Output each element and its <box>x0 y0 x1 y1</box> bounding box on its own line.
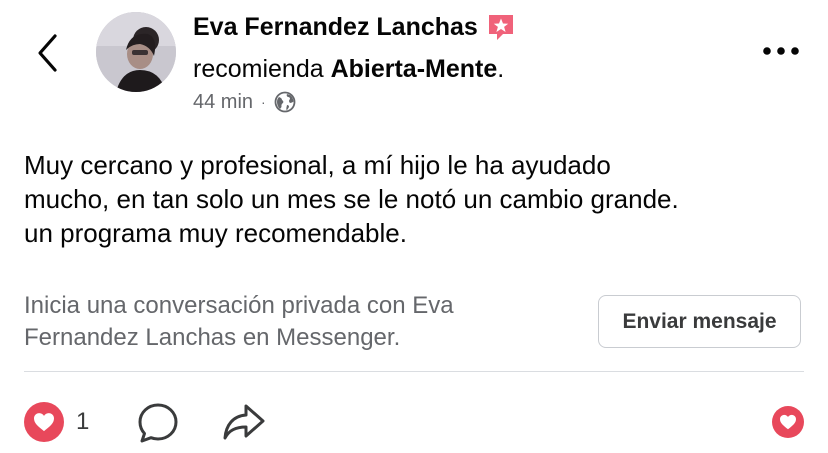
review-line: Muy cercano y profesional, a mí hijo le … <box>24 150 611 180</box>
heart-reaction-icon <box>780 414 796 430</box>
author-line: Eva Fernandez Lanchas <box>193 10 516 44</box>
recommendation-line: recomienda Abierta-Mente. <box>193 52 504 86</box>
chevron-left-icon <box>38 34 57 72</box>
period: . <box>497 55 505 83</box>
share-icon <box>223 404 265 440</box>
review-line: mucho, en tan solo un mes se le notó un … <box>24 184 679 214</box>
comment-button[interactable] <box>137 402 179 444</box>
avatar-image <box>96 12 176 92</box>
love-reaction-badge[interactable] <box>24 402 64 442</box>
more-options-button[interactable] <box>758 38 804 64</box>
post-meta: 44 min · <box>193 89 296 115</box>
comment-icon <box>138 403 178 443</box>
messenger-invite-text: Inicia una conversación privada con Eva … <box>24 290 584 354</box>
share-button[interactable] <box>222 402 266 442</box>
react-button[interactable] <box>772 406 804 438</box>
review-text: Muy cercano y profesional, a mí hijo le … <box>24 148 814 250</box>
meta-separator: · <box>261 94 266 110</box>
reaction-count[interactable]: 1 <box>76 407 89 437</box>
author-name[interactable]: Eva Fernandez Lanchas <box>193 10 478 44</box>
star-badge-icon <box>486 12 516 42</box>
send-message-button[interactable]: Enviar mensaje <box>598 295 801 348</box>
globe-icon[interactable] <box>274 91 296 113</box>
invite-line: Inicia una conversación privada con Eva <box>24 292 454 319</box>
timestamp[interactable]: 44 min <box>193 89 253 115</box>
more-dots-icon <box>763 47 799 55</box>
review-line: un programa muy recomendable. <box>24 218 407 248</box>
recommends-text: recomienda <box>193 55 331 83</box>
avatar[interactable] <box>96 12 176 92</box>
divider <box>24 371 804 372</box>
invite-line: Fernandez Lanchas en Messenger. <box>24 324 401 351</box>
back-button[interactable] <box>30 30 64 76</box>
page-name-link[interactable]: Abierta-Mente <box>331 55 498 83</box>
heart-reaction-icon <box>34 413 54 432</box>
